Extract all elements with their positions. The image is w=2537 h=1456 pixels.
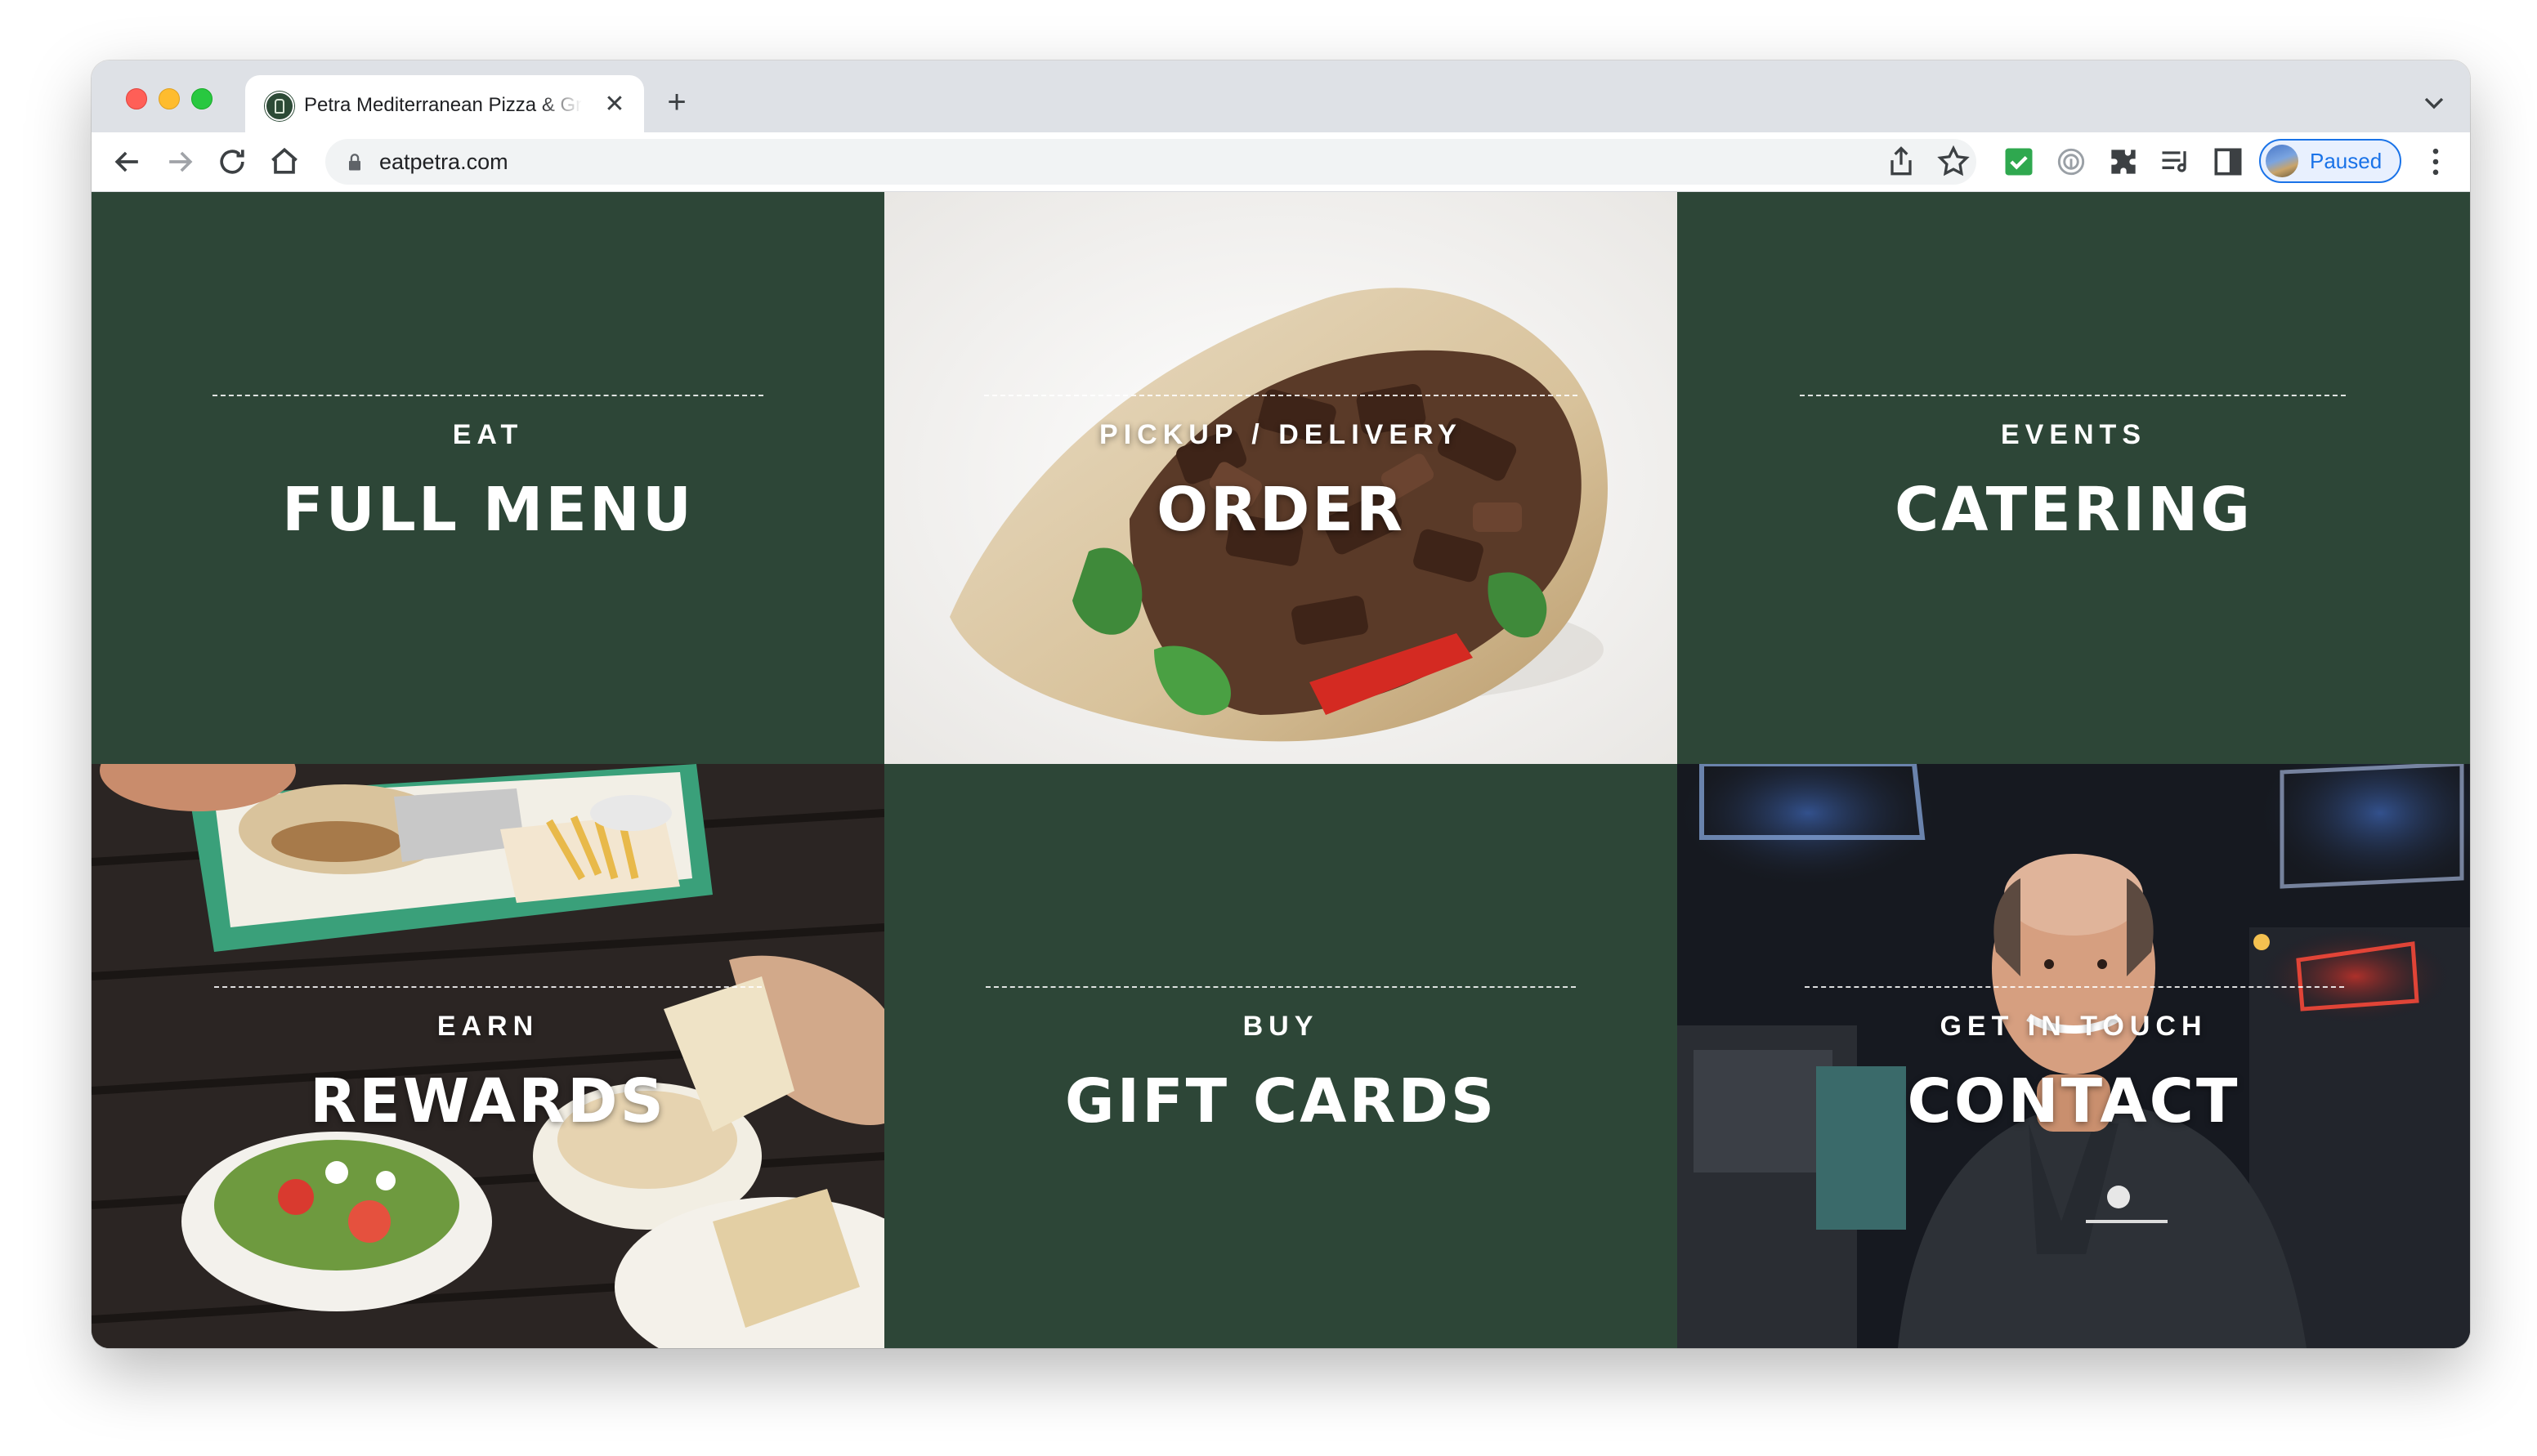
zoom-window-button[interactable] [191,88,213,109]
tile-title[interactable]: FULL MENU [92,475,884,545]
url-text[interactable]: eatpetra.com [379,147,508,176]
profile-button[interactable]: Paused [2259,139,2401,183]
menu-kebab-icon[interactable] [2418,144,2454,180]
browser-window: Petra Mediterranean Pizza & Grill ✕ + ea… [92,60,2470,1348]
tile-eyebrow: EAT [452,419,524,450]
checkbox-extension-icon[interactable] [2001,144,2037,180]
address-bar[interactable]: eatpetra.com [325,139,1976,185]
tab-strip: Petra Mediterranean Pizza & Grill ✕ + [92,60,2470,132]
bookmark-star-icon[interactable] [1935,144,1971,180]
dashed-divider [213,395,763,396]
dashed-divider [214,986,762,988]
tile-eyebrow: GET IN TOUCH [1940,1011,2208,1042]
close-window-button[interactable] [126,88,147,109]
tile-catering[interactable]: EVENTS CATERING [1677,192,2470,764]
food-table-photo [92,764,884,1348]
tile-gift-cards[interactable]: BUY GIFT CARDS [884,764,1677,1348]
tile-full-menu[interactable]: EAT FULL MENU [92,192,884,764]
toolbar: eatpetra.com Paused [92,132,2470,192]
tile-title[interactable]: CONTACT [1677,1066,2470,1137]
tile-rewards[interactable]: EARN REWARDS [92,764,884,1348]
tile-eyebrow: EVENTS [2000,419,2147,450]
profile-status-label: Paused [2310,149,2383,173]
dashed-divider [1805,986,2344,988]
tab-close-icon[interactable]: ✕ [600,90,629,119]
tab-title: Petra Mediterranean Pizza & Grill [304,94,582,116]
reload-icon[interactable] [214,144,250,180]
dashed-divider [984,395,1577,396]
home-icon[interactable] [266,144,302,180]
tile-title[interactable]: CATERING [1677,475,2470,545]
new-tab-button[interactable]: + [657,83,696,123]
back-icon[interactable] [110,144,145,180]
active-tab[interactable]: Petra Mediterranean Pizza & Grill ✕ [245,75,644,132]
dashed-divider [986,986,1576,988]
share-icon[interactable] [1883,144,1919,180]
lock-icon[interactable] [343,150,366,173]
fingerprint-extension-icon[interactable] [2053,144,2089,180]
owner-portrait-photo [1677,764,2470,1348]
tab-search-icon[interactable] [2418,87,2450,119]
tile-contact[interactable]: GET IN TOUCH CONTACT [1677,764,2470,1348]
side-panel-icon[interactable] [2210,144,2246,180]
tile-eyebrow: BUY [1242,1011,1319,1042]
tile-order[interactable]: PICKUP / DELIVERY ORDER [884,192,1677,764]
forward-icon[interactable] [162,144,198,180]
dashed-divider [1800,395,2346,396]
tile-title[interactable]: REWARDS [92,1066,884,1137]
tile-title[interactable]: ORDER [884,475,1677,545]
favicon-icon [265,92,294,121]
reading-list-icon[interactable] [2158,144,2194,180]
puzzle-extensions-icon[interactable] [2105,144,2141,180]
page-content: EAT FULL MENU PICKUP / DELIVERY ORDER EV… [92,192,2470,1348]
tile-eyebrow: PICKUP / DELIVERY [1099,419,1462,450]
tile-title[interactable]: GIFT CARDS [884,1066,1677,1137]
tile-eyebrow: EARN [436,1011,539,1042]
avatar [2266,145,2298,177]
minimize-window-button[interactable] [159,88,180,109]
